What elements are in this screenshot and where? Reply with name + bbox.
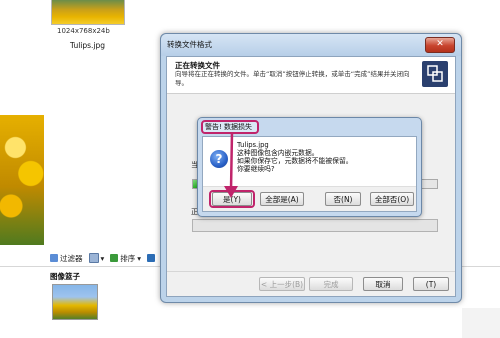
warning-line: 这种图像包含内嵌元数据。 [237, 149, 319, 157]
dropdown-icon: ▾ [137, 253, 142, 263]
close-button[interactable]: ✕ [425, 37, 455, 53]
thumbnail-filename: Tulips.jpg [70, 41, 106, 50]
warning-body: ? Tulips.jpg 这种图像包含内嵌元数据。 如果你保存它，元数据将不能被… [202, 136, 417, 212]
warning-line: 你要继续吗? [237, 165, 275, 173]
cancel-button[interactable]: 取消 [363, 277, 403, 291]
warning-line: 如果你保存它，元数据将不能被保留。 [237, 157, 353, 165]
convert-icon [422, 61, 448, 87]
filter-icon [50, 254, 58, 262]
wizard-header-description: 向导将在正在转换的文件。单击“取消”按钮停止转换，或单击“完成”结果并关闭向导。 [175, 70, 410, 87]
dialog-titlebar: 转换文件格式 ✕ [161, 34, 461, 56]
browser-toolbar: 过滤器 ▾ 排序 ▾ [0, 250, 160, 266]
warning-buttons: 是(Y) 全部是(A) 否(N) 全部否(O) [203, 186, 416, 211]
wizard-footer: < 上一步(B) 完成 取消 (T) [167, 271, 455, 296]
extra-toolbar-button[interactable] [147, 254, 156, 262]
image-basket-label: 图像篮子 [50, 272, 80, 281]
dialog-title: 转换文件格式 [167, 40, 212, 49]
yes-button[interactable]: 是(Y) [212, 192, 252, 206]
tool-icon [147, 254, 156, 262]
yes-all-button[interactable]: 全部是(A) [260, 192, 304, 206]
sort-button[interactable]: 排序 ▾ [110, 253, 141, 264]
question-icon: ? [210, 150, 228, 168]
help-button[interactable]: (T) [413, 277, 449, 291]
finish-button[interactable]: 完成 [309, 277, 353, 291]
thumbnail-tulips[interactable] [51, 0, 125, 25]
thumbnail-meta: 1024x768x24b [57, 27, 110, 35]
status-box [192, 219, 438, 232]
filter-button[interactable]: 过滤器 [50, 253, 83, 264]
filter-label: 过滤器 [60, 253, 83, 263]
sort-icon [110, 254, 119, 262]
preview-image [0, 115, 44, 245]
no-button[interactable]: 否(N) [325, 192, 361, 206]
wizard-header: 正在转换文件 向导将在正在转换的文件。单击“取消”按钮停止转换，或单击“完成”结… [167, 57, 455, 94]
warning-dialog: 警告! 数据损失 ? Tulips.jpg 这种图像包含内嵌元数据。 如果你保存… [197, 117, 422, 217]
warning-line-filename: Tulips.jpg [237, 141, 269, 149]
basket-thumbnail[interactable] [52, 284, 98, 320]
watermark [462, 308, 500, 338]
no-all-button[interactable]: 全部否(O) [370, 192, 414, 206]
sort-label: 排序 [120, 253, 136, 263]
back-button[interactable]: < 上一步(B) [259, 277, 305, 291]
view-mode-button[interactable]: ▾ [88, 253, 105, 263]
warning-title: 警告! 数据损失 [201, 120, 259, 134]
dropdown-icon: ▾ [100, 253, 105, 263]
warning-message: Tulips.jpg 这种图像包含内嵌元数据。 如果你保存它，元数据将不能被保留… [237, 141, 353, 173]
grid-view-icon [88, 253, 99, 263]
